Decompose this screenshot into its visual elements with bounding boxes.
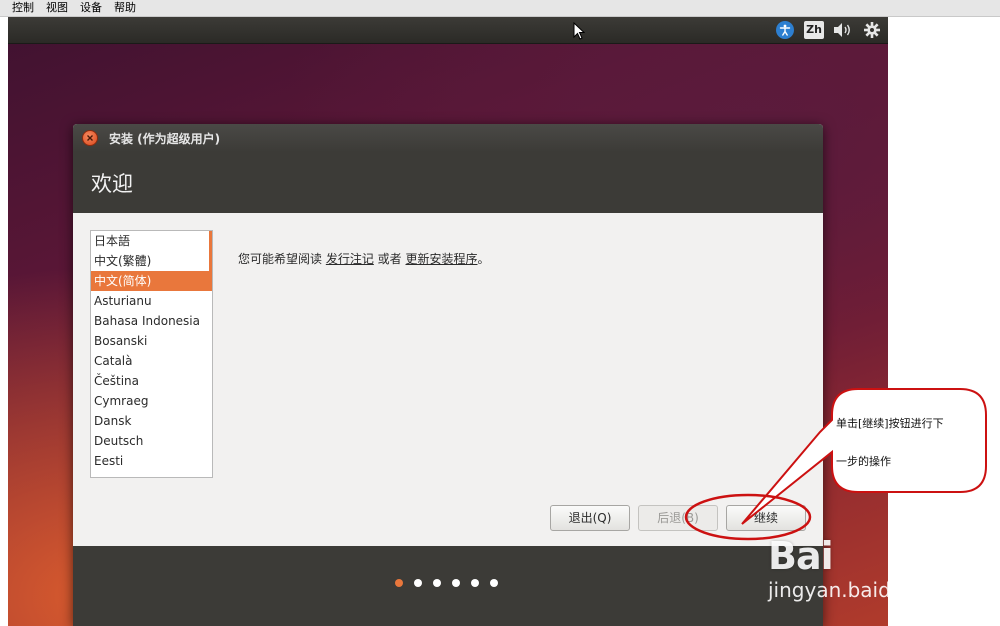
baidu-logo: Bai [768, 534, 834, 578]
language-list-item[interactable]: Asturianu [91, 291, 212, 311]
progress-dot [452, 579, 460, 587]
language-indicator[interactable]: Zh [804, 21, 824, 39]
page-title: 欢迎 [91, 172, 133, 196]
window-titlebar: 安装 (作为超级用户) [73, 124, 823, 152]
baidu-url: jingyan.baidu.com [768, 578, 953, 602]
update-installer-link[interactable]: 更新安装程序 [405, 252, 477, 266]
language-list-item[interactable]: Bahasa Indonesia [91, 311, 212, 331]
callout-line-1: 单击[继续]按钮进行下 [836, 417, 944, 430]
progress-dot [395, 579, 403, 587]
quit-button[interactable]: 退出(Q) [550, 505, 630, 531]
callout-line-2: 一步的操作 [836, 455, 891, 468]
progress-dot [414, 579, 422, 587]
baidu-watermark: Bai 经验 jingyan.baidu.com [768, 516, 953, 616]
language-list-item[interactable]: Deutsch [91, 431, 212, 451]
desktop: Zh 安装 (作为超级用户) 欢迎 日本語 中文(繁體) 中文(简体) Astu… [8, 17, 888, 626]
window-title: 安装 (作为超级用户) [109, 131, 221, 146]
volume-icon[interactable] [832, 21, 854, 39]
vm-menu-devices[interactable]: 设备 [74, 0, 108, 16]
vm-menu-control[interactable]: 控制 [0, 0, 40, 16]
callout-text: 单击[继续]按钮进行下 一步的操作 [836, 405, 981, 481]
gear-icon[interactable] [862, 21, 882, 39]
vm-menu-help[interactable]: 帮助 [108, 0, 142, 16]
vm-menu-view[interactable]: 视图 [40, 0, 74, 16]
release-prefix: 您可能希望阅读 [238, 252, 326, 266]
language-list-item[interactable]: Bosanski [91, 331, 212, 351]
back-button[interactable]: 后退(B) [638, 505, 718, 531]
language-list-item[interactable]: 日本語 [91, 231, 212, 251]
scrollbar-thumb[interactable] [209, 231, 212, 273]
close-icon [87, 135, 93, 141]
progress-dot [433, 579, 441, 587]
vm-menu-bar: 控制 视图 设备 帮助 [0, 0, 1000, 17]
step-progress [73, 546, 823, 626]
mouse-cursor-icon [573, 22, 585, 40]
language-list-item[interactable]: Čeština [91, 371, 212, 391]
language-list-item[interactable]: Eesti [91, 451, 212, 471]
release-middle: 或者 [373, 252, 406, 266]
language-list[interactable]: 日本語 中文(繁體) 中文(简体) Asturianu Bahasa Indonesia… [90, 230, 213, 478]
release-notes-link[interactable]: 发行注记 [326, 252, 374, 266]
accessibility-icon[interactable] [776, 21, 794, 39]
language-list-item[interactable]: Dansk [91, 411, 212, 431]
release-suffix: 。 [477, 252, 490, 266]
progress-dot [490, 579, 498, 587]
page-header: 欢迎 [73, 152, 823, 213]
release-notes-text: 您可能希望阅读 发行注记 或者 更新安装程序。 [238, 250, 490, 267]
installer-window: 安装 (作为超级用户) 欢迎 日本語 中文(繁體) 中文(简体) Asturianu B… [73, 124, 823, 626]
progress-dot [471, 579, 479, 587]
language-list-item[interactable]: Cymraeg [91, 391, 212, 411]
progress-dots [395, 579, 498, 587]
welcome-content: 日本語 中文(繁體) 中文(简体) Asturianu Bahasa Indonesia… [73, 213, 823, 546]
language-list-item[interactable]: 中文(简体) [91, 271, 212, 291]
close-button[interactable] [82, 130, 98, 146]
language-list-item[interactable]: Català [91, 351, 212, 371]
top-panel: Zh [8, 17, 888, 44]
language-list-item[interactable]: 中文(繁體) [91, 251, 212, 271]
